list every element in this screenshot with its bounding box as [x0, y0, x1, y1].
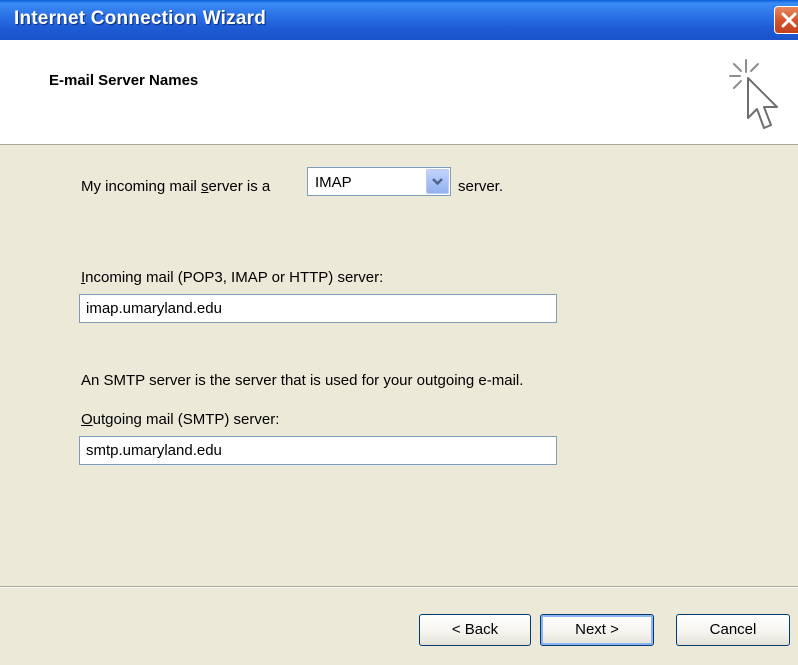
title-bar[interactable]: Internet Connection Wizard	[0, 0, 798, 40]
wizard-header: E-mail Server Names	[0, 40, 798, 145]
outgoing-server-label: Outgoing mail (SMTP) server:	[81, 411, 280, 428]
close-icon	[781, 12, 797, 28]
page-title: E-mail Server Names	[49, 72, 199, 89]
window-title: Internet Connection Wizard	[14, 8, 267, 29]
cancel-button[interactable]: Cancel	[676, 614, 790, 646]
wizard-cursor-sparkle-icon	[729, 59, 778, 129]
next-button-label: Next	[575, 621, 606, 638]
close-button[interactable]	[774, 6, 798, 34]
back-button-label: Back	[464, 621, 499, 638]
next-button[interactable]: Next >	[540, 614, 654, 646]
server-type-select[interactable]: IMAP	[307, 167, 451, 196]
incoming-server-label: Incoming mail (POP3, IMAP or HTTP) serve…	[81, 269, 384, 286]
server-type-value: IMAP	[315, 174, 352, 191]
incoming-type-label: My incoming mail server is a	[81, 178, 271, 195]
next-arrow-icon: >	[610, 621, 619, 638]
outgoing-server-input[interactable]	[79, 436, 557, 465]
footer-divider	[0, 586, 798, 588]
smtp-note: An SMTP server is the server that is use…	[81, 372, 524, 389]
chevron-down-icon	[432, 178, 443, 186]
wizard-content: My incoming mail server is a IMAP server…	[0, 145, 798, 575]
back-button[interactable]: < Back	[419, 614, 531, 646]
back-arrow-icon: <	[451, 621, 461, 638]
incoming-type-suffix: server.	[458, 178, 504, 195]
server-type-dropdown-button[interactable]	[426, 169, 449, 194]
wizard-window: Internet Connection Wizard E-mail Server…	[0, 0, 798, 665]
incoming-server-input[interactable]	[79, 294, 557, 323]
